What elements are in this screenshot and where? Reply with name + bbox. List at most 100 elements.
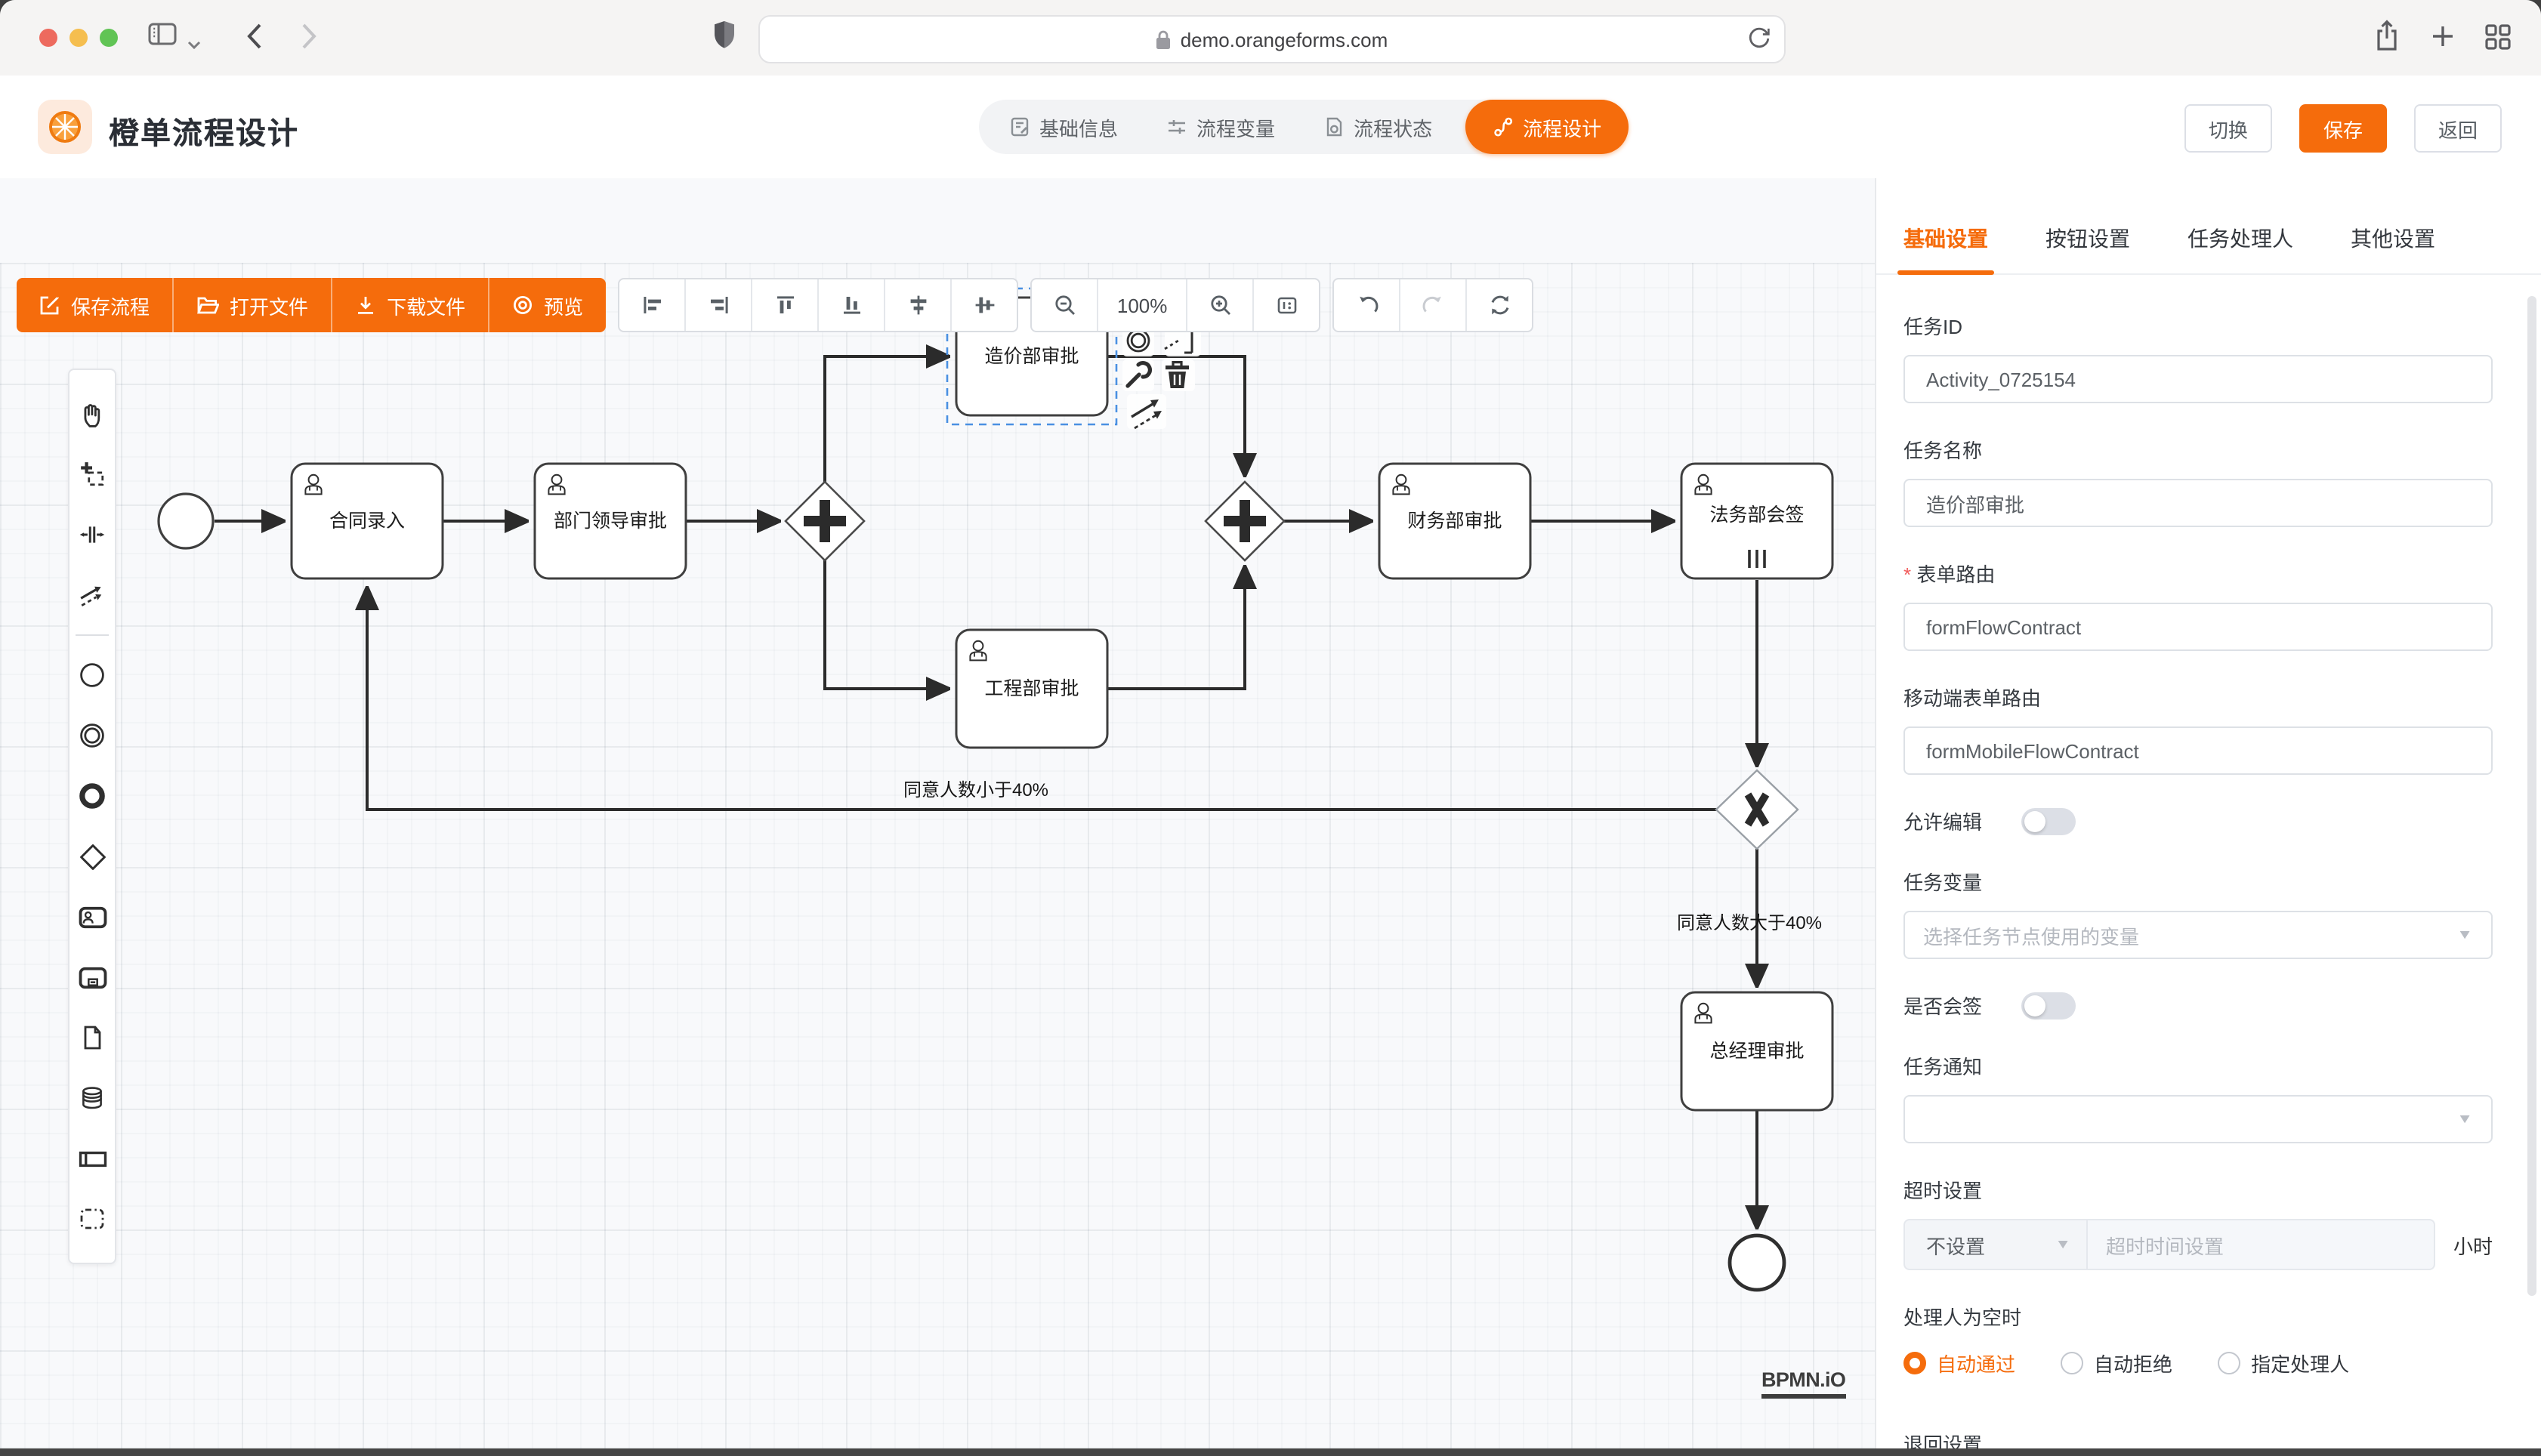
tab-other-settings[interactable]: 其他设置	[2351, 224, 2435, 254]
flow-gateway1-to-cost[interactable]	[825, 356, 950, 483]
status-doc-icon	[1323, 116, 1345, 137]
zoom-window-button[interactable]	[100, 29, 118, 47]
timeout-mode-select[interactable]: 不设置 ▼	[1903, 1219, 2088, 1270]
panel-body: 任务ID 任务名称 表单路由 移动端表单路由 允许编辑 任务变量	[1876, 275, 2541, 1456]
tab-flow-status[interactable]: 流程状态	[1299, 104, 1456, 150]
reset-button[interactable]	[1467, 279, 1532, 331]
global-connect-tool[interactable]	[73, 565, 112, 625]
radio-assign-handler[interactable]: 指定处理人	[2218, 1349, 2349, 1377]
preview-button[interactable]: 预览	[489, 278, 606, 332]
shield-icon[interactable]	[713, 20, 736, 57]
lock-icon	[1156, 29, 1172, 49]
back-button[interactable]: 返回	[2414, 104, 2502, 153]
share-icon[interactable]	[2373, 20, 2401, 59]
task-name-input[interactable]	[1923, 490, 2473, 516]
radio-auto-approve[interactable]: 自动通过	[1903, 1349, 2015, 1377]
lasso-tool[interactable]	[73, 444, 112, 504]
zoom-out-button[interactable]	[1032, 279, 1098, 331]
canvas-toolbar: 保存流程 打开文件 下载文件 预览	[17, 278, 1533, 332]
zoom-in-button[interactable]	[1187, 279, 1254, 331]
form-route-input[interactable]	[1923, 614, 2473, 640]
hand-tool[interactable]	[73, 384, 112, 444]
exclusive-gateway[interactable]	[1716, 770, 1798, 849]
zoom-level[interactable]: 100%	[1098, 279, 1187, 331]
task-variable-select[interactable]: 选择任务节点使用的变量 ▼	[1903, 911, 2493, 959]
flow-gateway1-to-engineering[interactable]	[825, 559, 950, 689]
task-id-input[interactable]	[1923, 366, 2473, 392]
create-end-event[interactable]	[73, 766, 112, 826]
task-finance-approval[interactable]: 财务部审批	[1379, 464, 1530, 578]
zoom-fit-button[interactable]	[1254, 279, 1319, 331]
radio-icon	[1903, 1352, 1926, 1374]
open-file-button[interactable]: 打开文件	[174, 278, 332, 332]
align-button-group	[618, 278, 1018, 332]
svg-text:造价部审批: 造价部审批	[984, 346, 1079, 367]
history-button-group	[1332, 278, 1533, 332]
reload-icon[interactable]	[1748, 26, 1771, 56]
tab-button-settings[interactable]: 按钮设置	[2045, 224, 2130, 254]
back-icon[interactable]	[246, 23, 263, 57]
bpmn-diagram[interactable]: 同意人数小于40% 同意人数大于40% 合同录入 部门领导审批 造价部审批	[0, 178, 1875, 1456]
undo-button[interactable]	[1334, 279, 1400, 331]
tab-flow-design[interactable]: 流程设计	[1465, 100, 1629, 154]
allow-edit-toggle[interactable]	[2021, 807, 2076, 834]
create-participant[interactable]	[73, 1128, 112, 1189]
field-form-route: 表单路由	[1903, 559, 2493, 651]
space-tool[interactable]	[73, 504, 112, 565]
create-user-task[interactable]	[73, 887, 112, 947]
chevron-down-icon[interactable]	[187, 30, 201, 57]
close-window-button[interactable]	[39, 29, 57, 47]
download-file-button[interactable]: 下载文件	[332, 278, 489, 332]
bpmn-canvas[interactable]: 保存流程 打开文件 下载文件 预览	[0, 178, 1875, 1456]
align-bottom-button[interactable]	[819, 279, 885, 331]
window-bottom-edge	[0, 1448, 2541, 1456]
create-data-object[interactable]	[73, 1007, 112, 1068]
parallel-gateway-join[interactable]	[1206, 482, 1284, 560]
start-event[interactable]	[159, 494, 213, 548]
task-engineering-approval[interactable]: 工程部审批	[956, 630, 1107, 748]
save-flow-button[interactable]: 保存流程	[17, 278, 174, 332]
svg-text:部门领导审批: 部门领导审批	[554, 511, 667, 532]
minimize-window-button[interactable]	[69, 29, 88, 47]
countersign-toggle[interactable]	[2021, 992, 2076, 1019]
create-data-store[interactable]	[73, 1068, 112, 1128]
align-center-horizontal-button[interactable]	[885, 279, 952, 331]
align-top-button[interactable]	[752, 279, 819, 331]
task-gm-approval[interactable]: 总经理审批	[1681, 992, 1832, 1110]
switch-button[interactable]: 切换	[2184, 104, 2272, 153]
end-event[interactable]	[1730, 1235, 1784, 1290]
new-tab-icon[interactable]	[2431, 24, 2455, 56]
panel-scrollbar[interactable]	[2527, 296, 2536, 1296]
align-left-button[interactable]	[619, 279, 686, 331]
sidebar-icon[interactable]	[148, 23, 177, 53]
tab-basic-settings[interactable]: 基础设置	[1903, 224, 1988, 254]
create-start-event[interactable]	[73, 645, 112, 705]
tab-task-assignee[interactable]: 任务处理人	[2187, 224, 2293, 254]
create-group[interactable]	[73, 1189, 112, 1249]
align-middle-vertical-button[interactable]	[952, 279, 1017, 331]
tab-basic-info[interactable]: 基础信息	[985, 104, 1142, 150]
tab-overview-icon[interactable]	[2485, 24, 2511, 57]
parallel-gateway-split[interactable]	[786, 482, 864, 560]
address-bar[interactable]: demo.orangeforms.com	[758, 15, 1786, 63]
task-dept-leader-approval[interactable]: 部门领导审批	[535, 464, 686, 578]
create-gateway[interactable]	[73, 826, 112, 887]
task-contract-entry[interactable]: 合同录入	[292, 464, 443, 578]
bpmn-io-watermark[interactable]: BPMN.iO	[1761, 1368, 1845, 1399]
tab-flow-variables[interactable]: 流程变量	[1142, 104, 1299, 150]
radio-auto-reject[interactable]: 自动拒绝	[2061, 1349, 2172, 1377]
save-button[interactable]: 保存	[2299, 104, 2387, 153]
page-title: 橙单流程设计	[109, 109, 299, 153]
create-intermediate-event[interactable]	[73, 705, 112, 766]
align-right-button[interactable]	[686, 279, 752, 331]
redo-button[interactable]	[1400, 279, 1467, 331]
mobile-form-route-input[interactable]	[1923, 738, 2473, 763]
task-notify-select[interactable]: ▼	[1903, 1095, 2493, 1143]
timeout-value-input[interactable]: 超时时间设置	[2088, 1219, 2435, 1270]
flow-engineering-to-gateway2[interactable]	[1107, 565, 1245, 689]
edge-label-agree-gt40: 同意人数大于40%	[1677, 913, 1822, 933]
task-legal-countersign[interactable]: 法务部会签	[1681, 464, 1832, 578]
create-subprocess[interactable]	[73, 947, 112, 1007]
chevron-down-icon: ▼	[2456, 1112, 2473, 1126]
download-icon	[355, 295, 376, 316]
